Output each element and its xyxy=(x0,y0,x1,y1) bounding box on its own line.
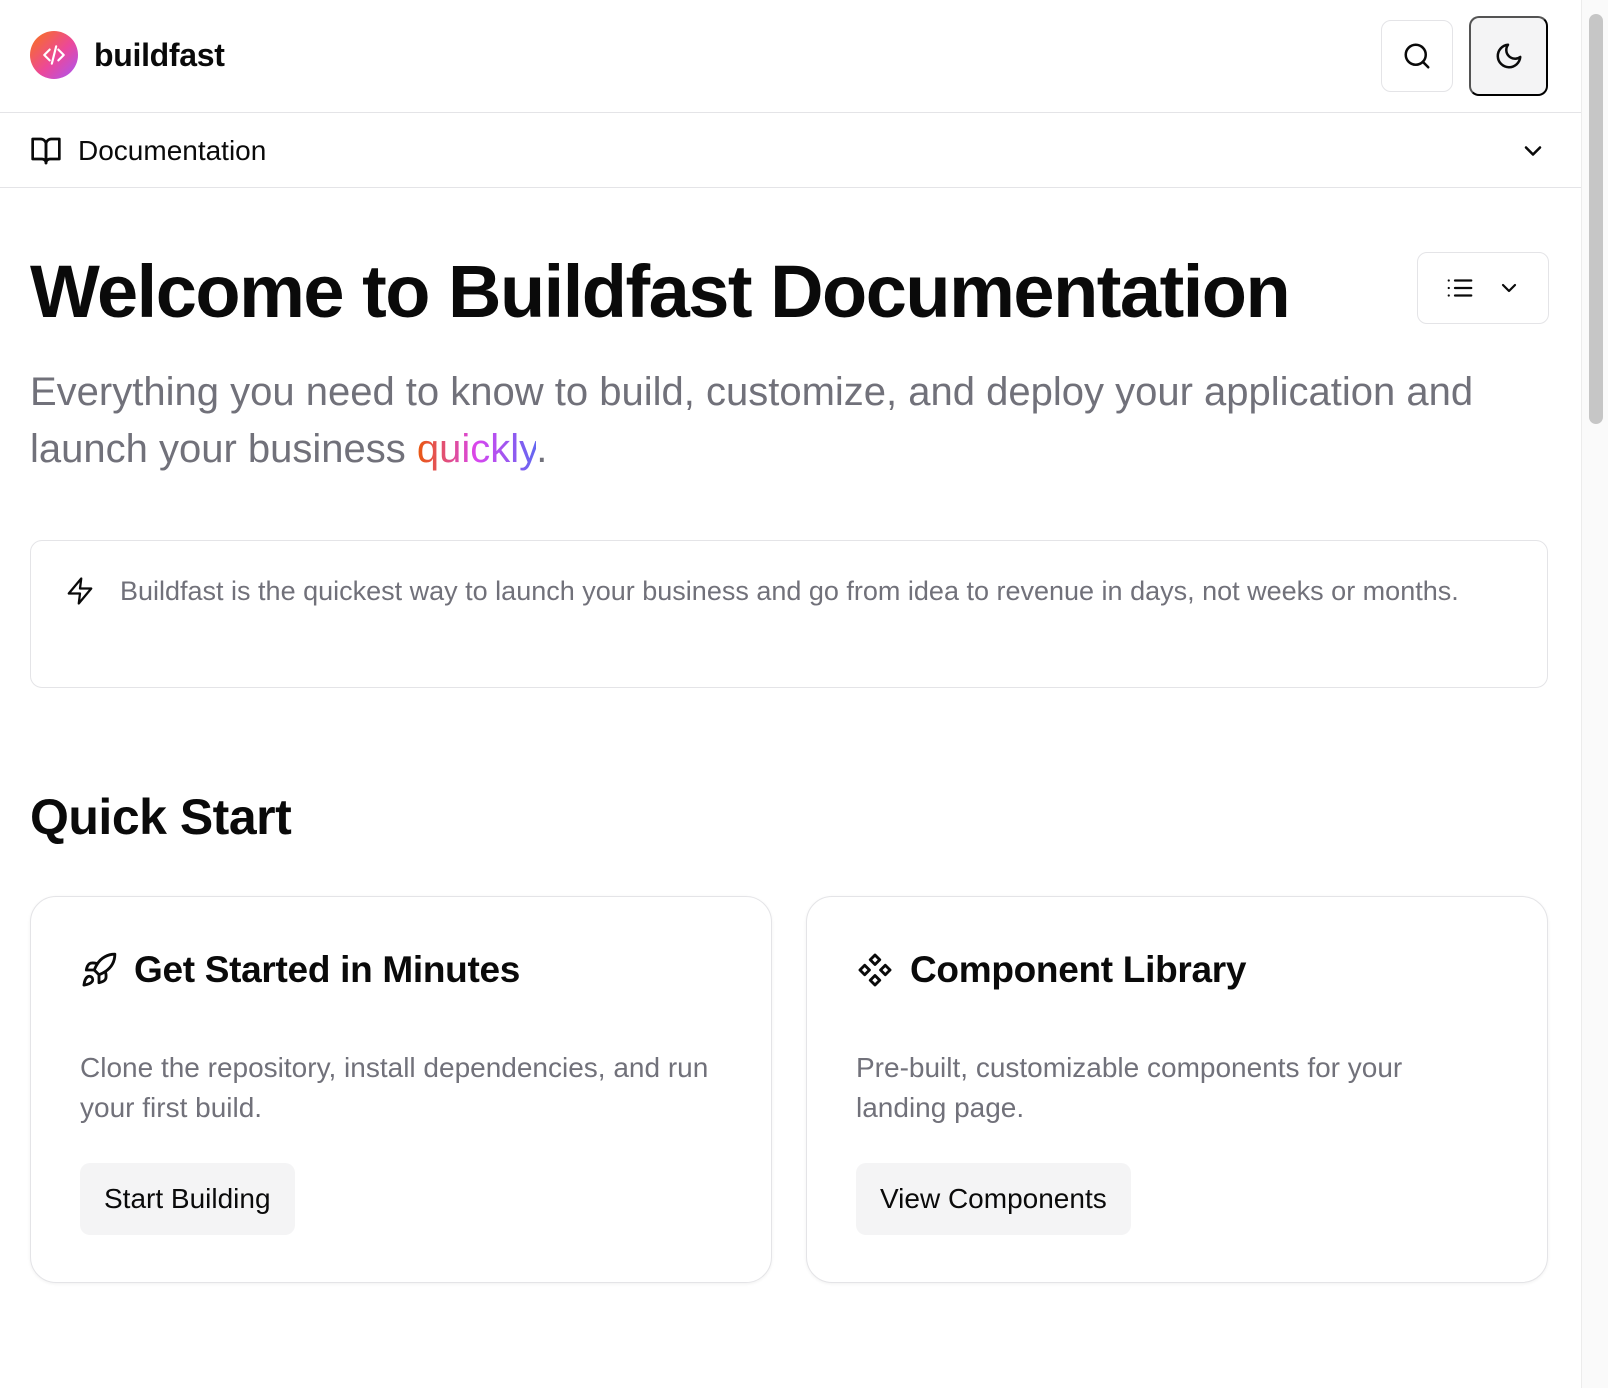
brand-link[interactable]: buildfast xyxy=(30,31,225,79)
view-components-button[interactable]: View Components xyxy=(856,1163,1131,1235)
chevron-down-icon xyxy=(1524,146,1542,156)
docs-nav-label: Documentation xyxy=(78,135,267,166)
card-get-started: Get Started in Minutes Clone the reposit… xyxy=(30,896,772,1283)
docs-nav-toggle[interactable]: Documentation xyxy=(0,113,1581,188)
page: buildfast Documentation Welcome to Build xyxy=(0,0,1581,1388)
page-scrollbar[interactable] xyxy=(1581,0,1608,1388)
chevron-down-icon xyxy=(1501,283,1517,293)
card-header: Component Library xyxy=(856,949,1246,991)
search-icon xyxy=(1404,43,1430,69)
card-description: Pre-built, customizable components for y… xyxy=(856,1052,1403,1123)
scrollbar-thumb[interactable] xyxy=(1589,14,1603,424)
zap-icon xyxy=(67,577,93,605)
callout-text: Buildfast is the quickest way to launch … xyxy=(120,576,1459,606)
card-header: Get Started in Minutes xyxy=(80,949,520,991)
card-title: Get Started in Minutes xyxy=(134,949,521,990)
docs-nav-label-group: Documentation xyxy=(30,135,266,167)
card-title: Component Library xyxy=(910,949,1247,990)
callout: Buildfast is the quickest way to launch … xyxy=(30,540,1548,688)
table-of-contents-button[interactable] xyxy=(1417,252,1549,324)
page-lead: Everything you need to know to build, cu… xyxy=(30,364,1550,478)
moon-icon xyxy=(1496,43,1521,69)
brand-name: buildfast xyxy=(94,36,225,73)
page-title: Welcome to Buildfast Documentation xyxy=(30,250,1291,333)
book-open-icon xyxy=(31,137,61,165)
component-icon xyxy=(858,953,892,987)
top-header: buildfast xyxy=(0,0,1581,113)
start-building-button[interactable]: Start Building xyxy=(80,1163,295,1235)
code-icon xyxy=(30,31,78,79)
theme-toggle-button[interactable] xyxy=(1469,16,1548,96)
rocket-icon xyxy=(82,952,117,987)
list-icon xyxy=(1447,279,1473,297)
section-title-quick-start: Quick Start xyxy=(30,789,292,845)
lead-end: . xyxy=(536,427,548,471)
card-component-library: Component Library Pre-built, customizabl… xyxy=(806,896,1548,1283)
card-description: Clone the repository, install dependenci… xyxy=(80,1052,709,1123)
lead-highlight: quickly xyxy=(416,427,537,471)
search-button[interactable] xyxy=(1381,20,1453,92)
lead-text: Everything you need to know to build, cu… xyxy=(30,370,1474,471)
